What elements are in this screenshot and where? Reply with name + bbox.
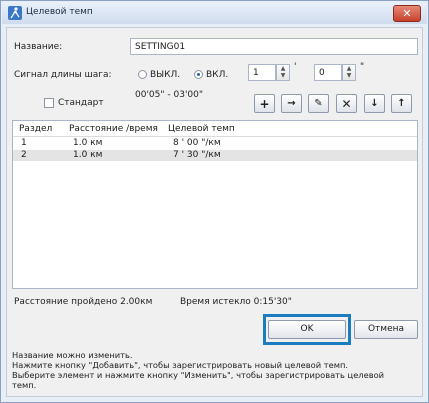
window-title: Целевой темп <box>26 7 93 17</box>
seconds-input[interactable]: 0 <box>314 64 342 81</box>
distance-status: Расстояние пройдено 2.00км <box>14 297 153 307</box>
cell-section: 2 <box>21 150 27 160</box>
range-text: 00'05" - 03'00" <box>135 90 204 100</box>
pace-table[interactable]: Раздел Расстояние /время Целевой темп 1 … <box>12 120 418 289</box>
pencil-icon: ✎ <box>314 98 323 109</box>
spin-down-icon[interactable]: ▼ <box>281 72 286 79</box>
table-row[interactable]: 2 1.0 км 7 ' 30 "/км <box>13 150 417 161</box>
minutes-spinner[interactable]: ▲ ▼ <box>276 64 290 81</box>
radio-on[interactable] <box>194 70 203 79</box>
help-line: темп. <box>12 380 37 390</box>
move-down-button[interactable]: ↓ <box>364 94 385 113</box>
name-label: Название: <box>14 42 63 52</box>
minutes-unit: ' <box>294 62 297 72</box>
column-header-pace[interactable]: Целевой темп <box>168 124 235 134</box>
time-status: Время истекло 0:15'30" <box>180 297 292 307</box>
spin-up-icon[interactable]: ▲ <box>347 65 352 72</box>
add-button[interactable]: + <box>254 94 275 113</box>
spin-down-icon[interactable]: ▼ <box>347 72 352 79</box>
seconds-unit: " <box>360 62 365 72</box>
help-line: Нажмите кнопку "Добавить", чтобы зарегис… <box>12 360 349 370</box>
name-input[interactable]: SETTING01 <box>130 38 418 55</box>
radio-off[interactable] <box>138 70 147 79</box>
cell-section: 1 <box>21 138 27 148</box>
arrow-up-icon: ↑ <box>397 98 406 109</box>
column-header-section[interactable]: Раздел <box>19 124 52 134</box>
cell-pace: 8 ' 00 "/км <box>173 138 221 148</box>
arrow-right-icon: → <box>287 98 296 109</box>
edit-button[interactable]: ✎ <box>308 94 329 113</box>
cancel-button[interactable]: Отмена <box>354 320 418 339</box>
step-signal-label: Сигнал длины шага: <box>14 70 112 80</box>
title-bar: Целевой темп ✕ <box>2 2 427 24</box>
cell-distance: 1.0 км <box>73 150 103 160</box>
radio-off-label: ВЫКЛ. <box>150 70 181 80</box>
delete-button[interactable]: ✕ <box>336 94 357 113</box>
column-header-distance[interactable]: Расстояние /время <box>69 124 158 134</box>
cell-distance: 1.0 км <box>73 138 103 148</box>
spin-up-icon[interactable]: ▲ <box>281 65 286 72</box>
help-line: Название можно изменить. <box>12 350 133 360</box>
ok-button[interactable]: OK <box>268 320 346 339</box>
cell-pace: 7 ' 30 "/км <box>173 150 221 160</box>
minutes-input[interactable]: 1 <box>248 64 276 81</box>
insert-button[interactable]: → <box>281 94 302 113</box>
help-line: Выберите элемент и нажмите кнопку "Измен… <box>12 370 385 380</box>
arrow-down-icon: ↓ <box>370 98 379 109</box>
help-text: Название можно изменить. Нажмите кнопку … <box>12 350 417 390</box>
x-icon: ✕ <box>341 97 352 111</box>
standard-label: Стандарт <box>58 98 104 108</box>
standard-checkbox[interactable] <box>44 98 54 108</box>
close-button[interactable]: ✕ <box>393 5 421 22</box>
runner-icon <box>8 6 22 20</box>
table-row[interactable]: 1 1.0 км 8 ' 00 "/км <box>13 138 417 149</box>
plus-icon: + <box>259 97 270 111</box>
seconds-spinner[interactable]: ▲ ▼ <box>342 64 356 81</box>
move-up-button[interactable]: ↑ <box>391 94 412 113</box>
radio-on-label: ВКЛ. <box>206 70 229 80</box>
table-header: Раздел Расстояние /время Целевой темп <box>13 121 417 137</box>
